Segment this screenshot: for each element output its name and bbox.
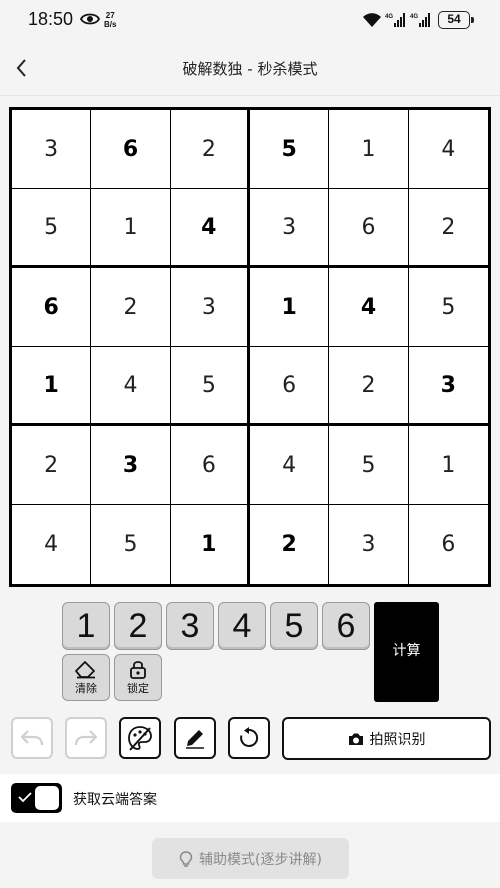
board-cell[interactable]: 2: [12, 426, 92, 505]
board-cell[interactable]: 6: [170, 426, 250, 505]
board-area: 362514514362623145145623236451451236: [0, 97, 500, 597]
board-cell[interactable]: 3: [329, 505, 409, 584]
cloud-answer-row: 获取云端答案: [0, 774, 500, 822]
clear-label: 清除: [75, 682, 97, 695]
battery-indicator: 54: [438, 11, 474, 29]
board-cell[interactable]: 4: [329, 268, 409, 347]
camera-icon: [348, 733, 363, 745]
palette-icon: [128, 726, 152, 751]
assist-mode-label: 辅助模式(逐步讲解): [199, 851, 322, 868]
cloud-answer-toggle[interactable]: [11, 783, 62, 813]
board-cell[interactable]: 6: [408, 505, 488, 584]
undo-icon: [20, 730, 44, 746]
board-cell[interactable]: 6: [91, 110, 171, 189]
signal-icon: 4G: [385, 13, 405, 27]
board-cell[interactable]: 5: [408, 268, 488, 347]
network-speed-unit: B/s: [104, 20, 117, 29]
signal-icon-2: 4G: [410, 13, 430, 27]
board-cell[interactable]: 6: [250, 347, 330, 426]
number-key-5[interactable]: 5: [270, 602, 318, 650]
board-cell[interactable]: 5: [329, 426, 409, 505]
lightbulb-icon: [179, 850, 193, 867]
svg-text:4G: 4G: [385, 14, 393, 20]
pencil-button[interactable]: [174, 717, 216, 759]
number-key-4[interactable]: 4: [218, 602, 266, 650]
board-cell[interactable]: 3: [170, 268, 250, 347]
reset-button[interactable]: [228, 717, 270, 759]
sudoku-board: 362514514362623145145623236451451236: [9, 107, 491, 587]
lock-label: 锁定: [127, 682, 149, 695]
photo-recognize-button[interactable]: 拍照识别: [282, 717, 491, 760]
network-speed: 27 B/s: [104, 11, 116, 29]
board-cell[interactable]: 4: [408, 110, 488, 189]
number-key-1[interactable]: 1: [62, 602, 110, 650]
undo-button[interactable]: [11, 717, 53, 759]
board-cell[interactable]: 5: [91, 505, 171, 584]
palette-button[interactable]: [119, 717, 161, 759]
board-cell[interactable]: 2: [408, 189, 488, 268]
board-cell[interactable]: 5: [250, 110, 330, 189]
rotate-icon: [240, 727, 259, 747]
board-cell[interactable]: 3: [91, 426, 171, 505]
toggle-knob: [35, 786, 59, 810]
board-cell[interactable]: 2: [329, 347, 409, 426]
redo-button[interactable]: [65, 717, 107, 759]
cloud-answer-label: 获取云端答案: [73, 792, 157, 808]
board-cell[interactable]: 6: [329, 189, 409, 268]
board-cell[interactable]: 4: [91, 347, 171, 426]
page-title: 破解数独 - 秒杀模式: [182, 60, 318, 78]
wifi-icon: [363, 13, 381, 27]
lock-icon: [130, 661, 146, 679]
eye-icon: [80, 13, 100, 25]
assist-mode-button[interactable]: 辅助模式(逐步讲解): [152, 838, 349, 879]
board-cell[interactable]: 4: [12, 505, 92, 584]
lock-button[interactable]: 锁定: [114, 654, 162, 701]
pencil-icon: [186, 730, 204, 749]
status-bar: 18:50 27 B/s 4G 4G 54: [0, 0, 500, 40]
board-cell[interactable]: 2: [170, 110, 250, 189]
redo-icon: [74, 730, 98, 746]
board-cell[interactable]: 1: [408, 426, 488, 505]
board-cell[interactable]: 3: [12, 110, 92, 189]
board-cell[interactable]: 2: [250, 505, 330, 584]
board-cell[interactable]: 1: [91, 189, 171, 268]
board-cell[interactable]: 4: [250, 426, 330, 505]
board-cell[interactable]: 1: [12, 347, 92, 426]
photo-recognize-label: 拍照识别: [369, 731, 426, 748]
board-cell[interactable]: 1: [250, 268, 330, 347]
board-cell[interactable]: 3: [250, 189, 330, 268]
board-cell[interactable]: 2: [91, 268, 171, 347]
check-icon: [18, 792, 32, 803]
status-time: 18:50: [28, 9, 74, 29]
number-key-3[interactable]: 3: [166, 602, 214, 650]
number-key-6[interactable]: 6: [322, 602, 370, 650]
svg-text:4G: 4G: [410, 14, 418, 20]
board-cell[interactable]: 6: [12, 268, 92, 347]
number-key-2[interactable]: 2: [114, 602, 162, 650]
network-speed-value: 27: [105, 11, 115, 20]
eraser-icon: [75, 661, 95, 679]
app-header: 破解数独 - 秒杀模式: [0, 40, 500, 96]
board-cell[interactable]: 5: [170, 347, 250, 426]
clear-button[interactable]: 清除: [62, 654, 110, 701]
calculate-button[interactable]: 计算: [374, 602, 439, 702]
board-cell[interactable]: 1: [329, 110, 409, 189]
bottom-area: 辅助模式(逐步讲解): [0, 822, 500, 888]
board-cell[interactable]: 5: [12, 189, 92, 268]
board-cell[interactable]: 3: [408, 347, 488, 426]
board-cell[interactable]: 4: [170, 189, 250, 268]
board-cell[interactable]: 1: [170, 505, 250, 584]
